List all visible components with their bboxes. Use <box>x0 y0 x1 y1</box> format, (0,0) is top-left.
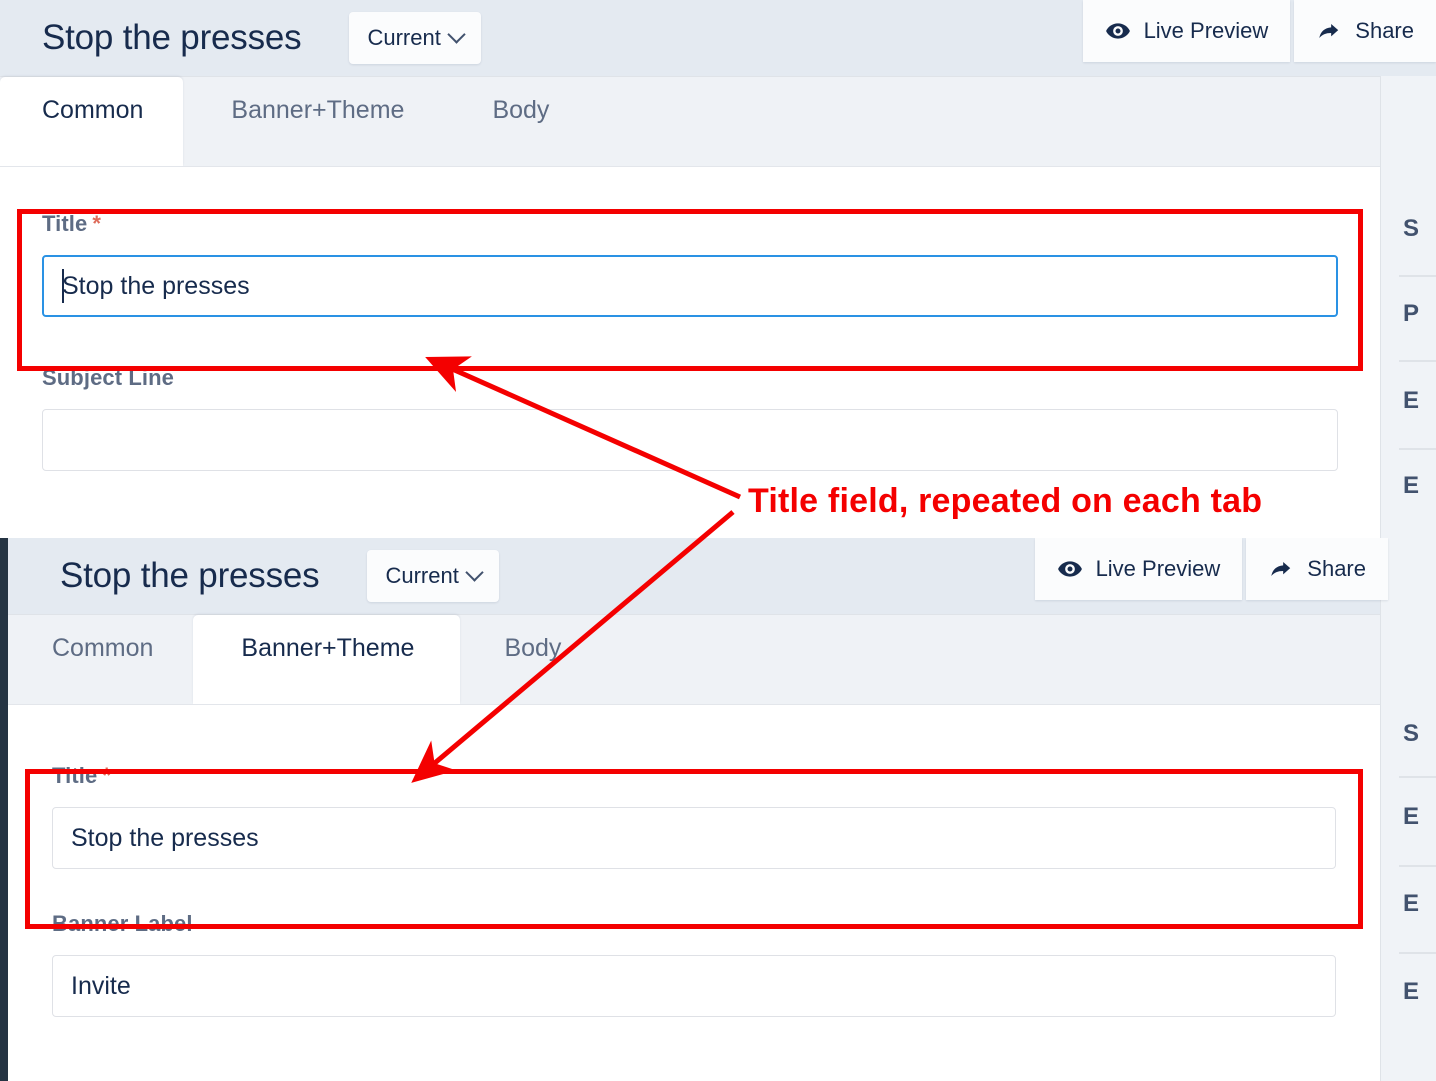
live-preview-button[interactable]: Live Preview <box>1034 538 1243 600</box>
form-column: Title* Banner Label <box>8 705 1380 1017</box>
field-title-label-row: Title * <box>42 211 1338 237</box>
tab-banner-theme-label: Banner+Theme <box>231 96 405 124</box>
chevron-down-icon <box>447 24 466 44</box>
right-rail-item-0[interactable]: S <box>1403 215 1419 243</box>
share-label: Share <box>1355 18 1414 43</box>
tab-body[interactable]: Body <box>460 615 589 704</box>
editor-panel-banner-theme: S E E E Stop the presses Current Live Pr… <box>0 538 1436 1081</box>
title-input[interactable] <box>52 807 1336 869</box>
field-title: Title * <box>42 167 1338 317</box>
required-asterisk: * <box>102 763 111 788</box>
share-arrow-icon <box>1271 561 1291 577</box>
tab-bar: Common Banner+Theme Body <box>0 76 1380 166</box>
live-preview-button[interactable]: Live Preview <box>1082 0 1291 62</box>
tab-banner-theme[interactable]: Banner+Theme <box>193 615 461 704</box>
right-rail-item-1[interactable]: P <box>1403 300 1419 328</box>
tab-bar: Common Banner+Theme Body <box>8 614 1380 704</box>
share-arrow-icon <box>1319 23 1339 39</box>
field-subject-line: Subject Line <box>42 317 1338 471</box>
live-preview-label: Live Preview <box>1095 556 1221 581</box>
right-rail-divider <box>1399 952 1436 954</box>
right-rail-item-2[interactable]: E <box>1403 890 1419 918</box>
app-header: Stop the presses Current Live Preview Sh… <box>8 538 1388 614</box>
right-rail-item-2[interactable]: E <box>1403 387 1419 415</box>
tab-body[interactable]: Body <box>444 77 577 166</box>
right-rail-divider <box>1399 448 1436 450</box>
right-sidebar: S P E E <box>1380 0 1436 538</box>
field-title-label: Title <box>42 211 88 236</box>
chevron-down-icon <box>465 562 484 582</box>
eye-icon <box>1057 561 1082 577</box>
right-rail-divider <box>1399 360 1436 362</box>
share-button[interactable]: Share <box>1294 0 1436 62</box>
field-banner-label: Banner Label <box>52 869 1336 1017</box>
right-rail-divider <box>1399 275 1436 277</box>
share-label: Share <box>1307 556 1366 581</box>
subject-line-input[interactable] <box>42 409 1338 471</box>
field-banner-label-label: Banner Label <box>52 911 193 936</box>
live-preview-label: Live Preview <box>1143 18 1269 43</box>
header-actions: Live Preview Share <box>1034 538 1388 600</box>
form-area: Title* Banner Label <box>8 704 1380 1081</box>
screenshot-root: S P E E Stop the presses Current Live Pr… <box>0 0 1436 1081</box>
right-rail-item-3[interactable]: E <box>1403 978 1419 1006</box>
field-title-label-row: Title * <box>52 763 1336 789</box>
form-column: Title* Subject Line <box>0 167 1380 471</box>
left-nav-rail <box>0 538 8 1081</box>
version-selector[interactable]: Current <box>367 550 499 602</box>
text-cursor <box>62 269 64 303</box>
field-banner-label-row: Banner Label <box>52 911 1336 937</box>
app-header: Stop the presses Current Live Preview Sh… <box>0 0 1436 76</box>
right-sidebar: S E E E <box>1380 538 1436 1081</box>
right-rail-item-0[interactable]: S <box>1403 720 1419 748</box>
right-rail-divider <box>1399 776 1436 778</box>
eye-icon <box>1105 23 1130 39</box>
right-rail-item-1[interactable]: E <box>1403 803 1419 831</box>
tab-common[interactable]: Common <box>0 77 184 166</box>
field-subject-line-label: Subject Line <box>42 365 174 390</box>
tab-common-label: Common <box>52 634 154 662</box>
version-selector-label: Current <box>367 25 441 50</box>
field-subject-label-row: Subject Line <box>42 365 1338 391</box>
form-area: Title* Subject Line <box>0 166 1380 538</box>
tab-body-label: Body <box>504 634 562 662</box>
editor-panel-common: S P E E Stop the presses Current Live Pr… <box>0 0 1436 538</box>
tab-common[interactable]: Common <box>8 615 193 704</box>
field-title: Title * <box>52 705 1336 869</box>
tab-body-label: Body <box>492 96 550 124</box>
tab-common-label: Common <box>42 96 144 124</box>
header-actions: Live Preview Share <box>1082 0 1436 62</box>
tab-banner-theme[interactable]: Banner+Theme <box>183 77 444 166</box>
required-asterisk: * <box>92 211 101 236</box>
page-title: Stop the presses <box>60 556 320 595</box>
right-rail-divider <box>1399 865 1436 867</box>
banner-label-input[interactable] <box>52 955 1336 1017</box>
version-selector-label: Current <box>385 563 459 588</box>
title-input[interactable] <box>42 255 1338 317</box>
share-button[interactable]: Share <box>1246 538 1388 600</box>
field-title-label: Title <box>52 763 98 788</box>
right-rail-item-3[interactable]: E <box>1403 472 1419 500</box>
page-title: Stop the presses <box>42 18 302 57</box>
version-selector[interactable]: Current <box>349 12 481 64</box>
tab-banner-theme-label: Banner+Theme <box>241 634 415 662</box>
